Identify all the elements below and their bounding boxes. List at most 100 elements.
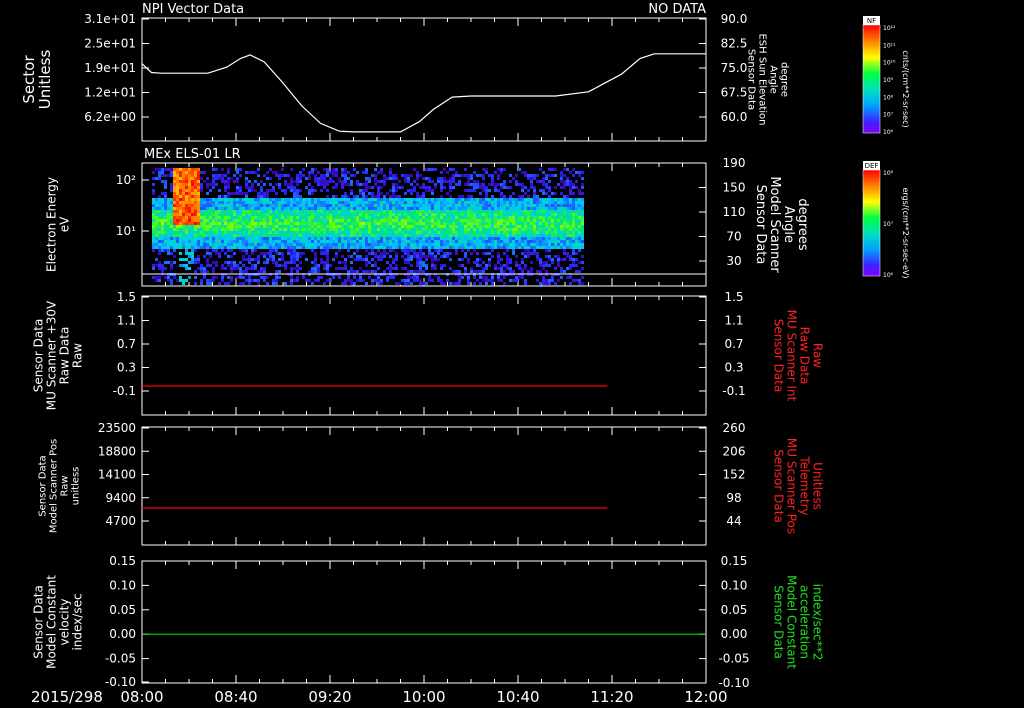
spectrogram-cell <box>389 267 392 270</box>
spectrogram-cell <box>497 204 500 207</box>
spectrogram-cell <box>296 177 299 180</box>
spectrogram-cell <box>404 207 407 210</box>
right-axis-label: Sensor Data Model Constant acceleration ind… <box>772 575 825 669</box>
spectrogram-cell <box>446 255 449 258</box>
spectrogram-cell <box>266 258 269 261</box>
spectrogram-cell <box>545 213 548 216</box>
spectrogram-cell <box>326 243 329 246</box>
spectrogram-cell <box>464 210 467 213</box>
spectrogram-cell <box>353 282 356 285</box>
spectrogram-cell <box>323 168 326 171</box>
spectrogram-cell <box>161 213 164 216</box>
spectrogram-cell <box>542 264 545 267</box>
spectrogram-cell <box>269 168 272 171</box>
spectrogram-cell <box>554 186 557 189</box>
spectrogram-cell <box>530 270 533 273</box>
spectrogram-cell <box>170 234 173 237</box>
spectrogram-cell <box>401 249 404 252</box>
spectrogram-cell <box>479 234 482 237</box>
spectrogram-cell <box>539 198 542 201</box>
spectrogram-cell <box>320 219 323 222</box>
spectrogram-cell <box>281 207 284 210</box>
spectrogram-cell <box>518 246 521 249</box>
spectrogram-cell <box>515 276 518 279</box>
spectrogram-cell <box>302 243 305 246</box>
spectrogram-cell <box>566 198 569 201</box>
spectrogram-cell <box>560 177 563 180</box>
spectrogram-cell <box>470 228 473 231</box>
spectrogram-cell <box>566 255 569 258</box>
spectrogram-cell <box>419 249 422 252</box>
spectrogram-cell <box>440 219 443 222</box>
spectrogram-cell <box>203 219 206 222</box>
spectrogram-cell <box>335 168 338 171</box>
spectrogram-cell <box>299 174 302 177</box>
spectrogram-cell <box>581 228 584 231</box>
spectrogram-cell <box>446 198 449 201</box>
spectrogram-cell <box>422 228 425 231</box>
spectrogram-cell <box>500 204 503 207</box>
y-tick-label: 6.2e+00 <box>84 110 136 124</box>
spectrogram-cell <box>230 255 233 258</box>
spectrogram-cell <box>425 213 428 216</box>
spectrogram-cell <box>290 258 293 261</box>
spectrogram-cell <box>233 234 236 237</box>
spectrogram-cell <box>272 279 275 282</box>
spectrogram-cell <box>206 270 209 273</box>
spectrogram-cell <box>197 255 200 258</box>
spectrogram-cell <box>575 225 578 228</box>
spectrogram-cell <box>527 207 530 210</box>
spectrogram-cell <box>491 228 494 231</box>
spectrogram-cell <box>575 228 578 231</box>
spectrogram-cell <box>479 213 482 216</box>
spectrogram-cell <box>173 255 176 258</box>
spectrogram-cell <box>314 234 317 237</box>
spectrogram-cell <box>326 168 329 171</box>
spectrogram-cell <box>164 204 167 207</box>
spectrogram-cell <box>386 216 389 219</box>
spectrogram-cell <box>509 195 512 198</box>
spectrogram-cell <box>419 216 422 219</box>
spectrogram-cell <box>182 174 185 177</box>
spectrogram-cell <box>236 180 239 183</box>
spectrogram-cell <box>500 264 503 267</box>
spectrogram-cell <box>269 246 272 249</box>
spectrogram-cell <box>260 213 263 216</box>
y2-tick-label: 206 <box>723 444 746 458</box>
spectrogram-cell <box>551 174 554 177</box>
left-axis-label: SectorUnitless <box>20 50 54 110</box>
spectrogram-cell <box>269 255 272 258</box>
right-axis-label: Sensor Data MU Scanner Int Raw Data Raw <box>772 310 825 402</box>
spectrogram-cell <box>476 222 479 225</box>
spectrogram-cell <box>239 231 242 234</box>
spectrogram-cell <box>359 210 362 213</box>
spectrogram-cell <box>416 258 419 261</box>
spectrogram-cell <box>467 213 470 216</box>
spectrogram-cell <box>215 219 218 222</box>
spectrogram-cell <box>572 183 575 186</box>
spectrogram-cell <box>224 210 227 213</box>
spectrogram-cell <box>173 222 176 225</box>
spectrogram-cell <box>356 249 359 252</box>
spectrogram-cell <box>347 246 350 249</box>
spectrogram-cell <box>158 198 161 201</box>
panel-frame <box>141 295 707 416</box>
spectrogram-cell <box>422 270 425 273</box>
spectrogram-cell <box>221 279 224 282</box>
spectrogram-cell <box>230 243 233 246</box>
spectrogram-cell <box>581 246 584 249</box>
spectrogram-cell <box>572 258 575 261</box>
spectrogram-cell <box>434 198 437 201</box>
spectrogram-cell <box>398 207 401 210</box>
spectrogram-cell <box>344 264 347 267</box>
spectrogram-cell <box>281 258 284 261</box>
spectrogram-cell <box>269 219 272 222</box>
spectrogram-cell <box>353 276 356 279</box>
spectrogram-cell <box>353 213 356 216</box>
spectrogram-cell <box>398 225 401 228</box>
spectrogram-cell <box>188 222 191 225</box>
spectrogram-cell <box>380 237 383 240</box>
spectrogram-cell <box>359 198 362 201</box>
spectrogram-cell <box>299 246 302 249</box>
spectrogram-cell <box>200 234 203 237</box>
